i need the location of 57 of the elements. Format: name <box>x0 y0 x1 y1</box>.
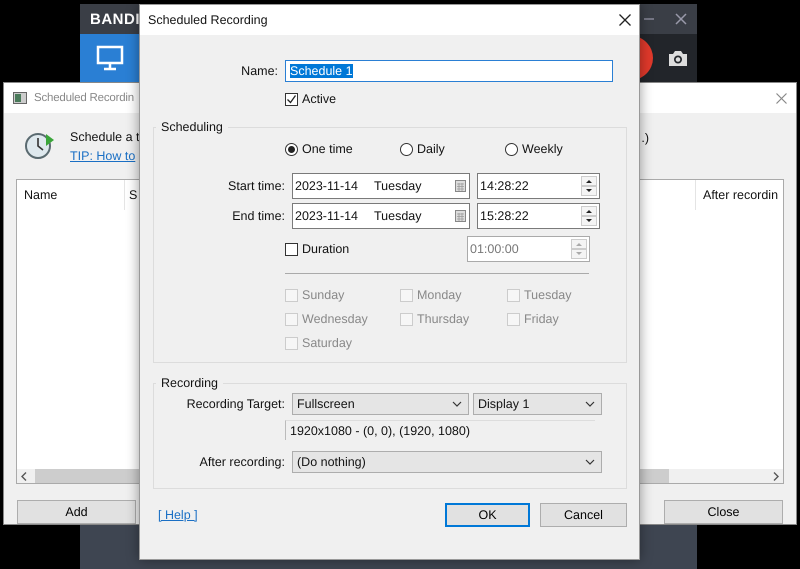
scroll-left-icon[interactable] <box>21 472 27 480</box>
radio-label: Weekly <box>522 142 563 156</box>
calendar-icon[interactable] <box>455 210 467 222</box>
after-recording-dropdown[interactable]: (Do nothing) <box>292 451 602 473</box>
calendar-icon[interactable] <box>455 180 467 192</box>
checkbox-label: Duration <box>302 242 350 256</box>
monitor-icon <box>96 45 124 71</box>
window-icon <box>13 92 27 104</box>
date-field[interactable]: 2023-11-14 Tuesday <box>292 173 470 199</box>
group-title: Recording <box>160 376 219 390</box>
display-dropdown[interactable]: Display 1 <box>473 393 602 415</box>
radio-label: One time <box>302 142 353 156</box>
field-label: Start time: <box>227 179 285 193</box>
checkbox-label: Thursday <box>417 312 470 326</box>
time-field[interactable]: 14:28:22 <box>477 173 600 199</box>
checkbox-label: Sunday <box>302 288 344 302</box>
radio-button[interactable] <box>400 142 413 156</box>
window-button[interactable]: Close <box>664 500 783 524</box>
checkbox-label: Active <box>302 92 336 106</box>
app-title: BANDI <box>90 10 140 28</box>
area-field: 1920x1080 - (0, 0), (1920, 1080) <box>285 420 595 440</box>
scroll-right-icon[interactable] <box>773 472 779 480</box>
column-header[interactable]: After recordin <box>696 180 783 210</box>
checkbox-label: Wednesday <box>302 312 368 326</box>
dialog-button[interactable]: Cancel <box>540 503 627 527</box>
spin-arrows-icon[interactable] <box>581 206 597 226</box>
intro-text-end: .) <box>641 130 650 145</box>
checkbox-label: Monday <box>417 288 462 302</box>
time-field[interactable]: 15:28:22 <box>477 203 600 229</box>
close-icon[interactable] <box>619 14 631 26</box>
clock-icon <box>24 130 56 160</box>
radio-button[interactable] <box>285 142 298 156</box>
screen-mode-tab[interactable] <box>80 34 140 82</box>
radio-button[interactable] <box>505 142 518 156</box>
window-title: Scheduled Recordin <box>34 92 134 104</box>
camera-icon[interactable] <box>667 49 689 67</box>
column-header[interactable]: Name <box>17 180 125 210</box>
target-dropdown[interactable]: Fullscreen <box>292 393 469 415</box>
tip-link[interactable]: TIP: How to <box>70 149 140 163</box>
dialog-button[interactable]: OK <box>445 503 530 527</box>
help-link[interactable]: [ Help ] <box>158 508 198 522</box>
field-label: Recording Target: <box>186 397 285 411</box>
checkbox-label: Saturday <box>302 336 352 350</box>
checkbox-label: Friday <box>524 312 559 326</box>
checkbox-label: Tuesday <box>524 288 572 302</box>
group-title: Scheduling <box>160 120 224 134</box>
spin-arrows-icon[interactable] <box>581 176 597 196</box>
field-label: Name: <box>240 64 278 78</box>
dialog-title: Scheduled Recording <box>148 13 268 27</box>
checkbox[interactable] <box>285 92 298 106</box>
radio-label: Daily <box>417 142 445 156</box>
field-label: End time: <box>231 209 285 223</box>
date-field[interactable]: 2023-11-14 Tuesday <box>292 203 470 229</box>
name-field[interactable]: Schedule 1 <box>285 60 613 82</box>
intro-text: Schedule a t <box>70 130 140 144</box>
window-button[interactable]: Add <box>17 500 136 524</box>
field-label: After recording: <box>198 455 285 469</box>
